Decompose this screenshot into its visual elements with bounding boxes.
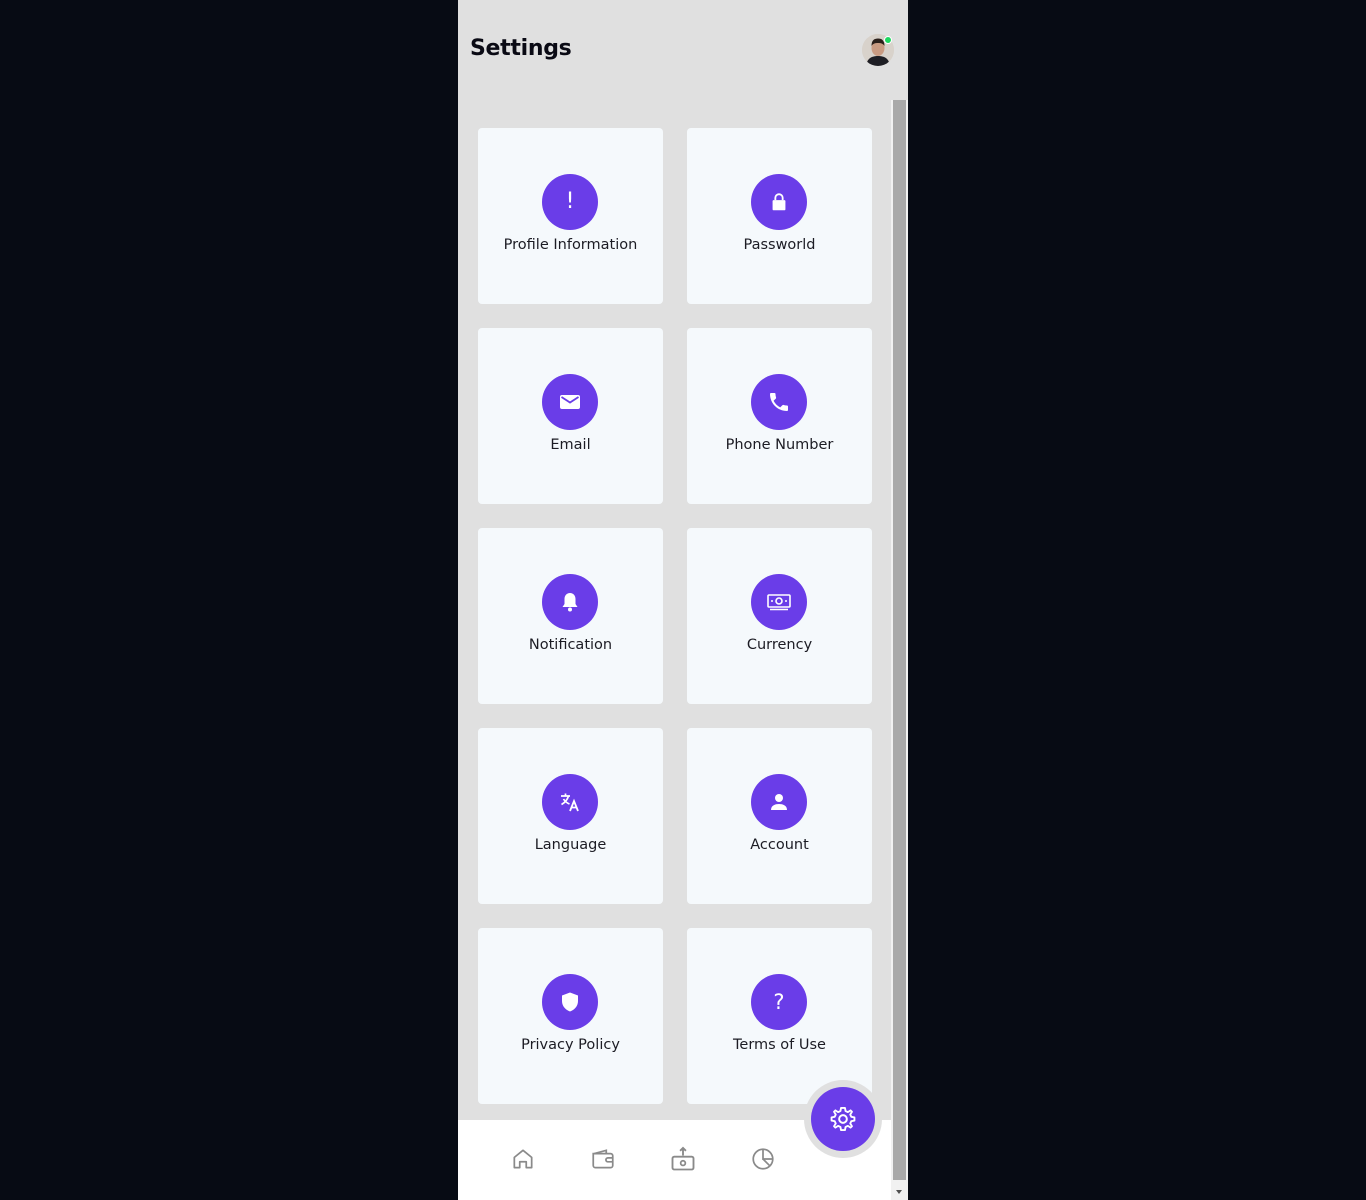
setting-label: Profile Information — [503, 237, 638, 253]
phone-icon — [751, 374, 807, 430]
setting-label: Phone Number — [725, 437, 834, 453]
scroll-down-arrow-icon[interactable] — [896, 1190, 902, 1194]
nav-wallet[interactable] — [588, 1144, 618, 1174]
nav-home[interactable] — [508, 1144, 538, 1174]
wallet-icon — [592, 1149, 614, 1169]
home-icon — [513, 1149, 533, 1169]
envelope-icon — [542, 374, 598, 430]
bell-icon — [542, 574, 598, 630]
nav-transfer[interactable] — [668, 1144, 698, 1174]
setting-card-email[interactable]: Email — [478, 328, 663, 504]
lock-icon — [751, 174, 807, 230]
setting-card-phone-number[interactable]: Phone Number — [687, 328, 872, 504]
nav-statistics[interactable] — [748, 1144, 778, 1174]
settings-screen: Settings ! Profile Information Passworld — [458, 0, 908, 1200]
translate-icon — [542, 774, 598, 830]
money-icon — [751, 574, 807, 630]
question-icon: ? — [751, 974, 807, 1030]
setting-label: Terms of Use — [733, 1037, 826, 1053]
setting-label: Privacy Policy — [521, 1037, 620, 1053]
setting-card-terms-of-use[interactable]: ? Terms of Use — [687, 928, 872, 1104]
setting-label: Passworld — [743, 237, 816, 253]
user-icon — [751, 774, 807, 830]
transfer-icon — [671, 1146, 695, 1171]
setting-label: Email — [550, 437, 591, 453]
question-glyph: ? — [773, 989, 785, 1014]
exclamation-glyph: ! — [565, 189, 575, 214]
setting-card-password[interactable]: Passworld — [687, 128, 872, 304]
setting-label: Currency — [746, 637, 813, 653]
setting-label: Account — [750, 837, 809, 853]
online-status-dot — [884, 36, 892, 44]
exclamation-icon: ! — [542, 174, 598, 230]
setting-card-privacy-policy[interactable]: Privacy Policy — [478, 928, 663, 1104]
gear-icon — [830, 1106, 856, 1132]
setting-card-notification[interactable]: Notification — [478, 528, 663, 704]
setting-card-profile-information[interactable]: ! Profile Information — [478, 128, 663, 304]
header: Settings — [458, 0, 908, 100]
setting-label: Language — [534, 837, 607, 853]
page-title: Settings — [470, 36, 572, 61]
scrollbar-thumb[interactable] — [893, 100, 906, 1180]
scrollbar[interactable] — [891, 100, 908, 1200]
setting-card-currency[interactable]: Currency — [687, 528, 872, 704]
shield-icon — [542, 974, 598, 1030]
setting-card-language[interactable]: Language — [478, 728, 663, 904]
settings-fab-button[interactable] — [811, 1087, 875, 1151]
setting-label: Notification — [528, 637, 613, 653]
pie-chart-icon — [752, 1148, 774, 1170]
setting-card-account[interactable]: Account — [687, 728, 872, 904]
